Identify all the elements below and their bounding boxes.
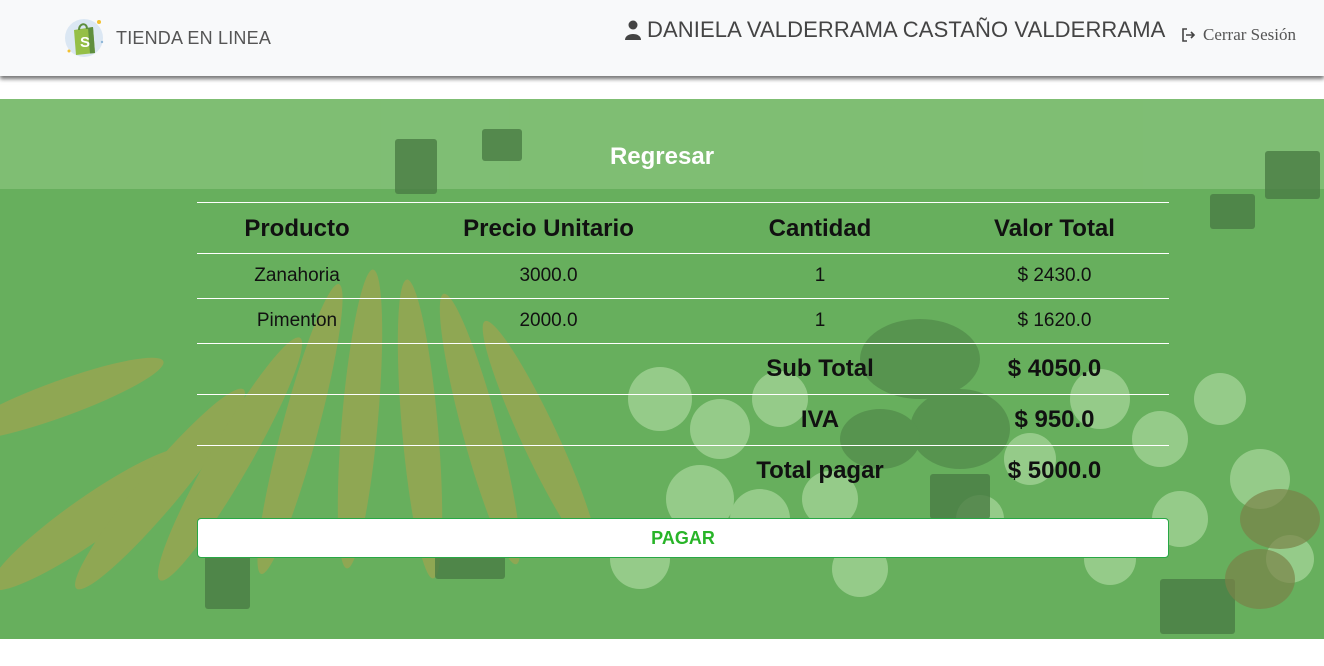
brand-name: TIENDA EN LINEA: [116, 27, 272, 48]
header-valor-total: Valor Total: [994, 215, 1115, 242]
navbar: S TIENDA EN LINEA DANIELA VALDERRAMA CAS…: [0, 0, 1324, 76]
cart-section: Regresar Producto Precio Unitario Cantid…: [0, 99, 1324, 639]
iva-label: IVA: [800, 406, 840, 433]
iva-value: $ 950.0: [1014, 406, 1095, 433]
cell-cantidad: 1: [814, 310, 826, 331]
cell-total: $ 1620.0: [1017, 310, 1092, 331]
user-name: DANIELA VALDERRAMA CASTAÑO VALDERRAMA: [647, 17, 1166, 42]
cart-table: Producto Precio Unitario Cantidad Valor …: [197, 202, 1169, 497]
header-producto: Producto: [244, 215, 350, 242]
brand[interactable]: S TIENDA EN LINEA: [62, 17, 271, 59]
cell-cantidad: 1: [814, 265, 826, 286]
cell-precio: 2000.0: [519, 310, 578, 331]
cell-total: $ 2430.0: [1017, 265, 1092, 286]
logout-label: Cerrar Sesión: [1203, 25, 1297, 44]
shopify-bag-icon: S: [65, 19, 104, 57]
subtotal-row: Sub Total $ 4050.0: [197, 343, 1169, 395]
cell-producto: Zanahoria: [254, 265, 340, 286]
back-link[interactable]: Regresar: [0, 143, 1324, 171]
cell-precio: 3000.0: [519, 265, 578, 286]
svg-text:S: S: [80, 34, 90, 51]
sign-out-icon: [1182, 28, 1196, 42]
subtotal-label: Sub Total: [766, 355, 874, 382]
table-row: Zanahoria 3000.0 1 $ 2430.0: [197, 253, 1169, 299]
user-info: DANIELA VALDERRAMA CASTAÑO VALDERRAMA: [625, 17, 1165, 43]
pay-button[interactable]: PAGAR: [197, 518, 1169, 558]
table-header-row: Producto Precio Unitario Cantidad Valor …: [197, 202, 1169, 254]
total-value: $ 5000.0: [1007, 457, 1102, 485]
table-row: Pimenton 2000.0 1 $ 1620.0: [197, 298, 1169, 344]
header-precio-unitario: Precio Unitario: [463, 215, 634, 242]
header-cantidad: Cantidad: [768, 215, 872, 242]
subtotal-value: $ 4050.0: [1007, 355, 1102, 382]
user-icon: [625, 20, 641, 40]
total-label: Total pagar: [756, 457, 884, 485]
cell-producto: Pimenton: [256, 310, 338, 331]
iva-row: IVA $ 950.0: [197, 394, 1169, 446]
logout-link[interactable]: Cerrar Sesión: [1181, 25, 1296, 45]
total-row: Total pagar $ 5000.0: [197, 445, 1169, 497]
